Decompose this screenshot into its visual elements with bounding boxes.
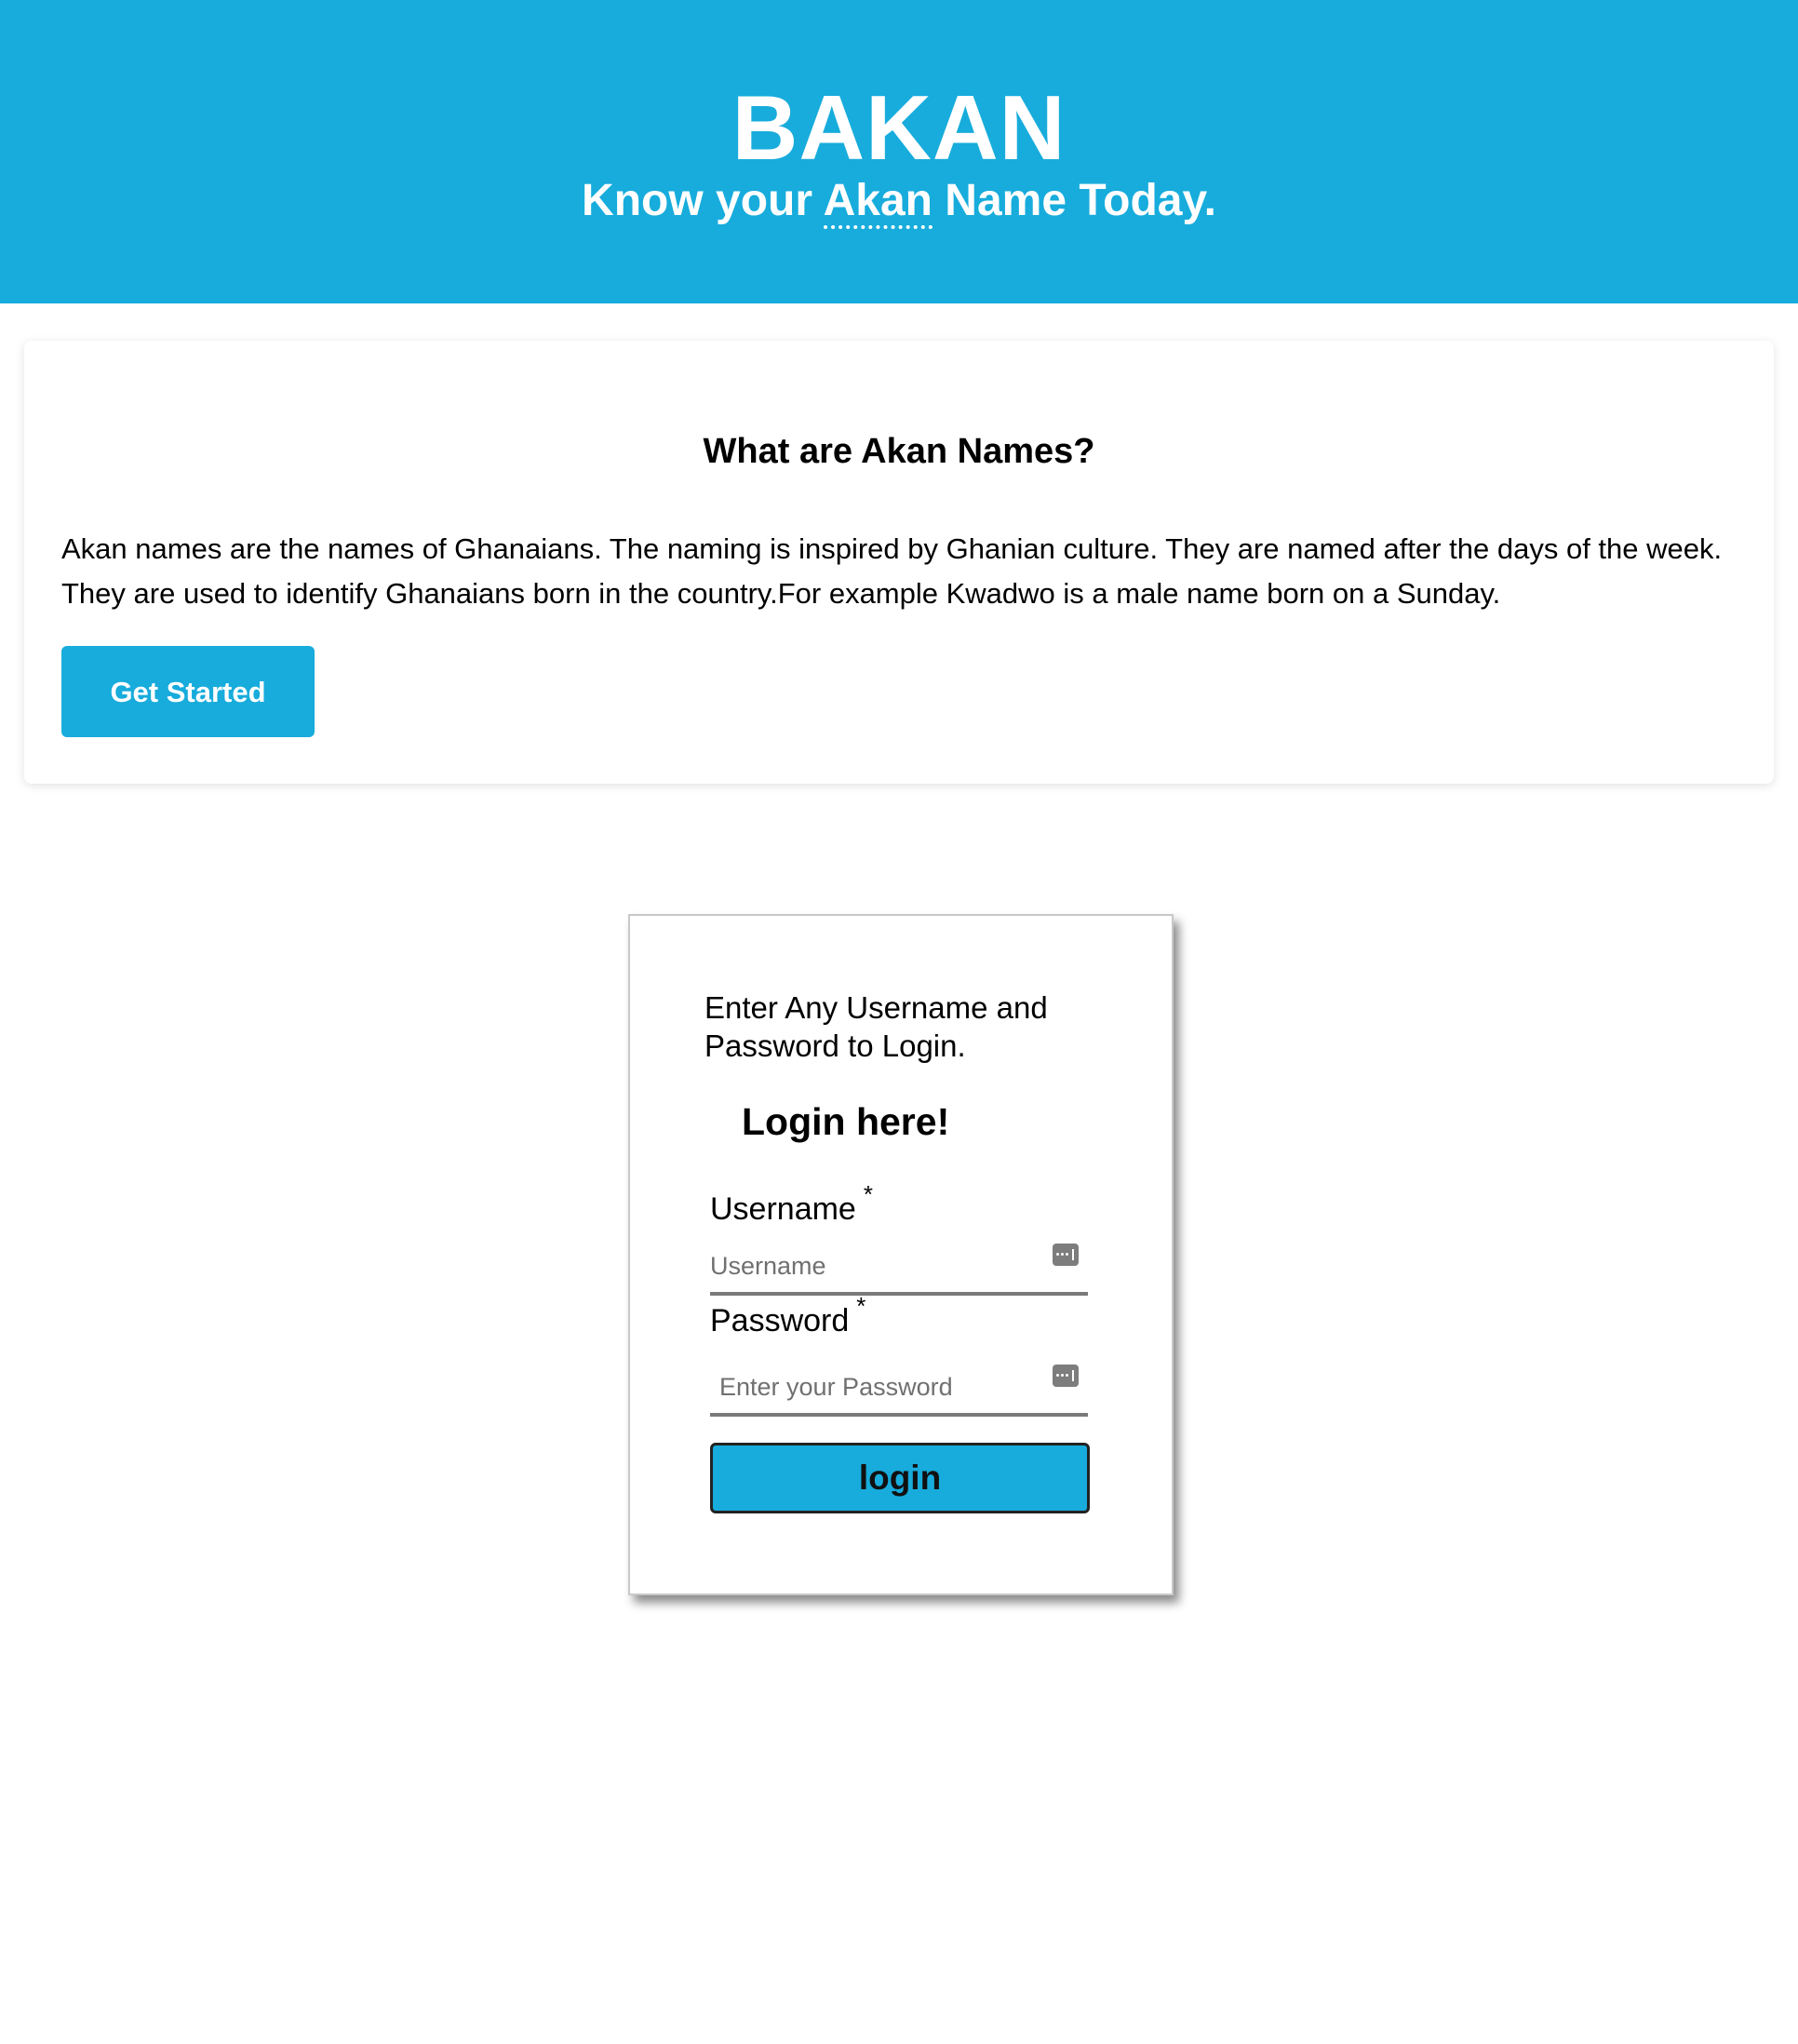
password-label-text: Password — [710, 1303, 850, 1338]
password-input[interactable] — [710, 1361, 1088, 1417]
username-label-text: Username — [710, 1191, 856, 1227]
username-required-marker: * — [863, 1180, 873, 1208]
info-description: Akan names are the names of Ghanaians. T… — [61, 532, 1723, 610]
login-instructions: Enter Any Username and Password to Login… — [704, 990, 1048, 1063]
username-label: Username * — [710, 1180, 873, 1230]
info-title: What are Akan Names? — [703, 432, 1095, 471]
login-button[interactable]: login — [710, 1443, 1090, 1513]
tagline-abbr-akan[interactable]: Akan — [823, 176, 933, 229]
password-manager-key-icon[interactable] — [1053, 1365, 1079, 1387]
password-manager-key-icon[interactable] — [1053, 1244, 1079, 1266]
tagline-suffix: Name Today. — [932, 176, 1216, 225]
site-header: BAKAN Know your Akan Name Today. — [0, 0, 1798, 303]
site-tagline: Know your Akan Name Today. — [0, 173, 1798, 229]
tagline-prefix: Know your — [582, 176, 824, 225]
info-card: What are Akan Names? Akan names are the … — [24, 341, 1774, 784]
password-label: Password * — [710, 1292, 865, 1342]
login-heading: Login here! — [742, 1100, 950, 1143]
get-started-button[interactable]: Get Started — [61, 646, 315, 737]
username-input[interactable] — [710, 1240, 1088, 1296]
password-required-marker: * — [856, 1292, 866, 1320]
login-card: Enter Any Username and Password to Login… — [628, 914, 1174, 1595]
site-brand-title: BAKAN — [731, 76, 1067, 179]
